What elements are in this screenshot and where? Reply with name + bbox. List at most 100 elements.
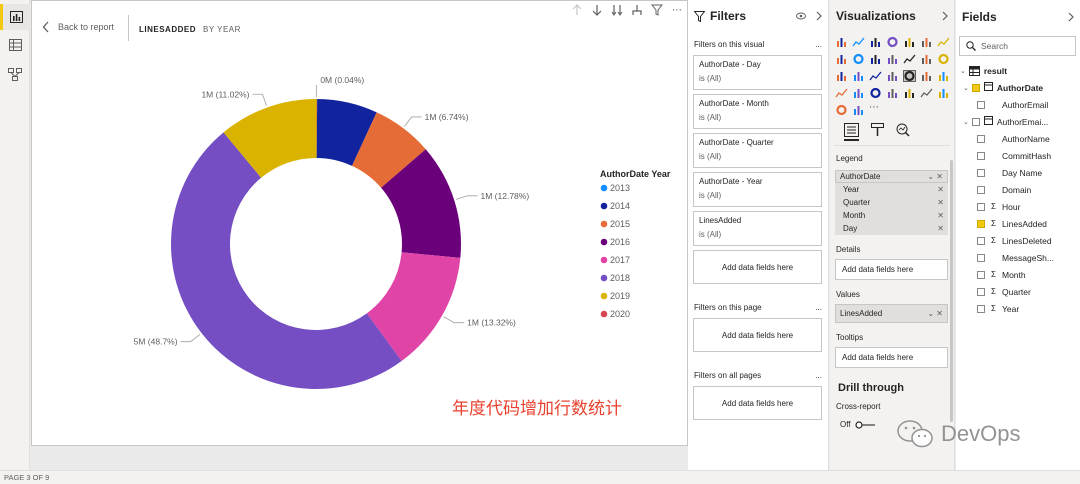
visual-type-icon[interactable] [920,35,933,47]
filter-icon[interactable] [651,3,663,17]
visual-type-icon[interactable] [920,69,933,81]
field-item[interactable]: ⌄ AuthorDate [956,79,1080,96]
visual-type-icon[interactable] [903,86,916,98]
breadcrumb-level[interactable]: BY YEAR [203,25,241,34]
field-item[interactable]: AuthorEmail [956,96,1080,113]
visual-type-icon[interactable] [920,52,933,64]
chevron-down-icon[interactable]: ⌄ [960,67,966,75]
legend-marker-2017[interactable] [600,256,608,264]
field-item[interactable]: Σ LinesDeleted [956,232,1080,249]
legend-marker-2014[interactable] [600,202,608,210]
field-actions-icon[interactable]: ⌄ ✕ [927,309,943,318]
filter-card-linesadded[interactable]: LinesAdded is (All) [693,211,822,246]
visual-type-icon[interactable] [835,86,848,98]
field-checkbox[interactable] [977,202,985,211]
details-well[interactable]: Add data fields here [835,259,948,280]
format-paint-roller-icon[interactable] [871,123,884,141]
visual-type-icon[interactable] [852,103,865,115]
field-item[interactable]: Domain [956,181,1080,198]
model-view-icon[interactable] [0,61,30,87]
remove-icon[interactable]: ✕ [937,224,944,233]
field-checkbox[interactable] [977,270,985,279]
visual-type-icon[interactable] [937,86,950,98]
legend-marker-2018[interactable] [600,274,608,282]
next-level-icon[interactable] [611,3,623,17]
filter-card-day[interactable]: AuthorDate - Day is (All) [693,55,822,90]
field-checkbox[interactable] [977,100,985,109]
filter-card-month[interactable]: AuthorDate - Month is (All) [693,94,822,129]
visual-type-icon[interactable] [869,52,882,64]
visual-type-icon[interactable] [886,86,899,98]
visual-type-icon[interactable] [835,52,848,64]
visual-type-icon[interactable] [852,35,865,47]
remove-icon[interactable]: ✕ [937,211,944,220]
expand-hierarchy-icon[interactable] [631,3,643,17]
visual-type-icon[interactable] [937,52,950,65]
filter-card-year[interactable]: AuthorDate - Year is (All) [693,172,822,207]
legend-marker-2015[interactable] [600,220,608,228]
field-checkbox[interactable] [977,236,985,245]
visual-type-icon[interactable] [852,52,865,65]
field-item[interactable]: AuthorName [956,130,1080,147]
more-icon[interactable]: ... [815,40,822,49]
field-checkbox[interactable] [977,304,985,313]
field-item[interactable]: Σ Year [956,300,1080,317]
field-checkbox[interactable] [977,151,985,160]
visual-type-icon[interactable] [886,35,899,48]
more-icon[interactable]: ... [815,303,822,312]
chevron-down-icon[interactable]: ⌄ [963,84,969,92]
visual-type-icon[interactable] [835,69,848,81]
legend-label-2017[interactable]: 2017 [610,255,630,265]
field-item[interactable]: CommitHash [956,147,1080,164]
visual-filter-dropzone[interactable]: Add data fields here [693,250,822,284]
page-filter-dropzone[interactable]: Add data fields here [693,318,822,352]
legend-well[interactable]: AuthorDate ⌄ ✕ Year ✕ Quarter ✕ Month ✕ Day ✕ [835,170,948,235]
visual-type-icon[interactable] [937,35,950,47]
legend-label-2013[interactable]: 2013 [610,183,630,193]
field-checkbox[interactable] [971,117,980,126]
legend-label-2018[interactable]: 2018 [610,273,630,283]
legend-marker-2013[interactable] [600,184,608,192]
field-item[interactable]: ⌄ AuthorEmai... [956,113,1080,130]
visual-type-icon[interactable] [869,86,882,99]
fields-search-input[interactable]: Search [959,36,1076,56]
visual-type-icon[interactable]: ⋯ [869,103,882,115]
eye-icon[interactable] [796,12,806,20]
chevron-down-icon[interactable]: ⌄ [963,118,969,126]
field-item[interactable]: Σ Hour [956,198,1080,215]
data-view-icon[interactable] [0,32,30,58]
fields-tab-icon[interactable] [844,123,859,141]
legend-label-2015[interactable]: 2015 [610,219,630,229]
more-options-icon[interactable]: ⋯ [671,3,683,17]
filter-card-quarter[interactable]: AuthorDate - Quarter is (All) [693,133,822,168]
visual-type-icon[interactable] [835,103,848,116]
chevron-right-icon[interactable] [942,11,948,21]
visual-type-icon[interactable] [937,69,950,81]
visual-type-icon[interactable] [852,69,865,81]
back-to-report-button[interactable]: Back to report [42,21,114,33]
details-dropzone[interactable]: Add data fields here [836,260,947,279]
tooltips-well[interactable]: Add data fields here [835,347,948,368]
field-checkbox[interactable] [977,185,985,194]
visual-type-icon[interactable] [869,69,882,81]
legend-label-2020[interactable]: 2020 [610,309,630,319]
visual-type-icon[interactable] [903,52,916,64]
field-actions-icon[interactable]: ⌄ ✕ [927,172,943,181]
field-checkbox[interactable] [971,83,980,92]
legend-marker-2020[interactable] [600,310,608,318]
values-well[interactable]: LinesAdded ⌄ ✕ [835,304,948,323]
field-item[interactable]: Σ Month [956,266,1080,283]
visual-type-icon[interactable] [886,69,899,81]
drill-up-arrow-icon[interactable] [571,3,583,17]
more-icon[interactable]: ... [815,371,822,380]
field-checkbox[interactable] [977,134,985,143]
legend-marker-2016[interactable] [600,238,608,246]
visual-type-icon[interactable] [852,86,865,98]
visual-type-icon[interactable] [869,35,882,47]
visual-type-icon[interactable] [835,35,848,47]
field-item[interactable]: Σ LinesAdded [956,215,1080,232]
legend-label-2016[interactable]: 2016 [610,237,630,247]
all-pages-filter-dropzone[interactable]: Add data fields here [693,386,822,420]
field-item[interactable]: Σ Quarter [956,283,1080,300]
report-view-icon[interactable] [0,4,30,30]
